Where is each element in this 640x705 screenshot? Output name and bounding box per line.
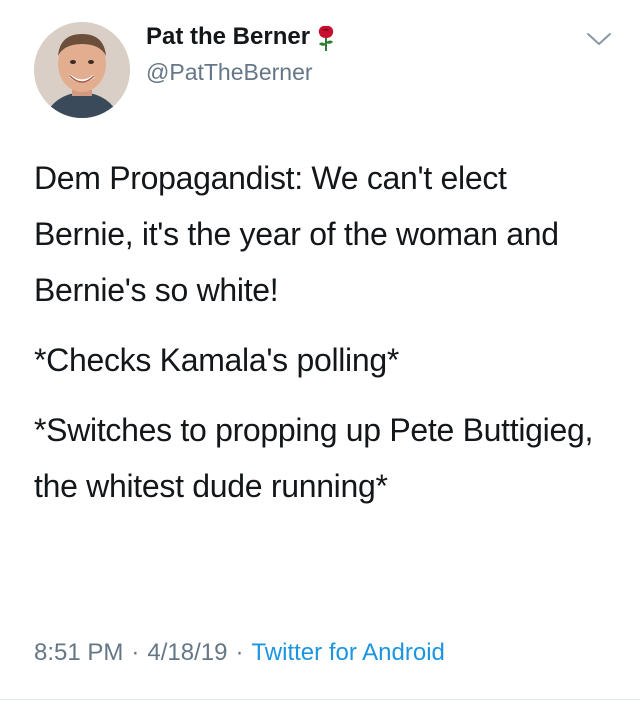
tweet-source-link[interactable]: Twitter for Android — [251, 639, 444, 666]
tweet: Pat the Berner @PatTheBerner Dem Propaga… — [0, 0, 640, 705]
tweet-date[interactable]: 4/18/19 — [147, 639, 227, 666]
user-handle[interactable]: @PatTheBerner — [146, 58, 313, 86]
rose-icon — [314, 22, 338, 52]
tweet-meta: 8:51 PM · 4/18/19 · Twitter for Android — [34, 638, 445, 668]
divider — [0, 699, 640, 700]
avatar[interactable] — [34, 22, 130, 118]
tweet-paragraph: *Switches to propping up Pete Buttigieg,… — [34, 412, 594, 504]
author-row: Pat the Berner — [146, 22, 338, 52]
tweet-text: Dem Propagandist: We can't elect Bernie,… — [34, 150, 614, 528]
tweet-paragraph: Dem Propagandist: We can't elect Bernie,… — [34, 160, 559, 308]
tweet-time[interactable]: 8:51 PM — [34, 639, 123, 666]
chevron-down-icon[interactable] — [584, 28, 614, 48]
display-name[interactable]: Pat the Berner — [146, 22, 310, 52]
avatar-image — [34, 22, 130, 118]
tweet-paragraph: *Checks Kamala's polling* — [34, 342, 400, 378]
meta-separator: · — [235, 639, 244, 666]
meta-separator: · — [131, 639, 140, 666]
